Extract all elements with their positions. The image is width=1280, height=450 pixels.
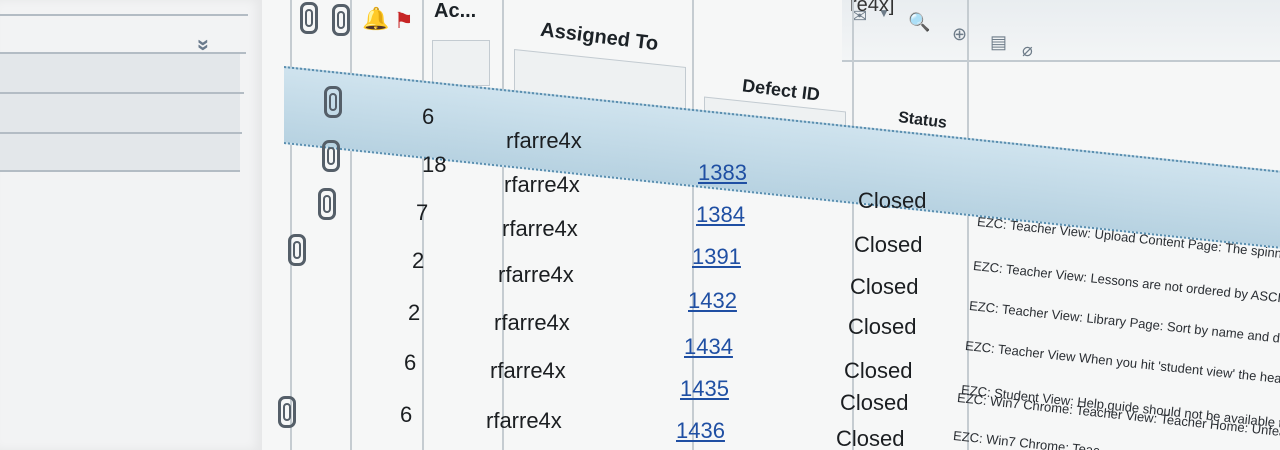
cell-assigned-to: rfarre4x [506, 128, 582, 153]
cell-summary: EZC: Teacher View: Lessons are not order… [972, 258, 1280, 306]
nav-divider [0, 132, 242, 134]
toolbar: ✉ ▼ 🔍 ⊕ ▤ ⌀ [842, 0, 1280, 62]
cell-defect-id-link[interactable]: 1435 [680, 376, 729, 402]
cell-defect-id-link[interactable]: 1432 [688, 288, 737, 314]
nav-divider [0, 170, 240, 172]
cell-defect-id-link[interactable]: 1384 [696, 202, 745, 228]
zoom-icon[interactable]: ⊕ [952, 24, 967, 45]
nav-divider [0, 92, 244, 94]
cell-status: Closed [844, 358, 913, 383]
cell-actual: 6 [422, 104, 435, 129]
navigation-pane: » [0, 0, 264, 450]
attachment-icon[interactable] [278, 396, 296, 428]
cell-defect-id-link[interactable]: 1434 [684, 334, 733, 360]
app-window: » ✉ ▼ 🔍 ⊕ ▤ ⌀ re4x] 🔔 ⚑ Ac... Assigned T… [0, 0, 1280, 450]
attachment-icon[interactable] [288, 234, 306, 266]
attachment-column-icon[interactable] [332, 4, 350, 36]
cell-status: Closed [848, 314, 917, 339]
column-header-assigned-to[interactable]: Assigned To [539, 19, 659, 56]
cell-status: Closed [850, 274, 919, 299]
column-header-status[interactable]: Status [897, 109, 948, 133]
cell-assigned-to: rfarre4x [486, 408, 562, 433]
cell-defect-id-link[interactable]: 1391 [692, 244, 741, 270]
cell-defect-id-link[interactable]: 1383 [698, 160, 747, 186]
defects-grid: ✉ ▼ 🔍 ⊕ ▤ ⌀ re4x] 🔔 ⚑ Ac... Assigned To … [262, 0, 1280, 450]
cell-actual: 6 [400, 402, 413, 427]
cell-assigned-to: rfarre4x [502, 216, 578, 241]
cell-assigned-to: rfarre4x [494, 310, 570, 335]
attachment-icon[interactable]: ⌀ [1022, 40, 1033, 61]
attachment-icon[interactable] [318, 188, 336, 220]
cell-assigned-to: rfarre4x [498, 262, 574, 287]
alert-bell-icon[interactable]: 🔔 [362, 6, 389, 32]
filter-actual[interactable] [432, 40, 490, 86]
cell-status: Closed [854, 232, 923, 257]
cell-summary: EZC: Win7 Chrome: Teac [952, 428, 1101, 450]
column-separator [350, 0, 352, 450]
window-title-fragment: re4x] [850, 0, 895, 16]
cell-actual: 2 [412, 248, 425, 273]
nav-divider [0, 14, 248, 16]
attachment-icon[interactable] [324, 86, 342, 118]
search-icon[interactable]: 🔍 [908, 12, 930, 33]
cell-assigned-to: rfarre4x [490, 358, 566, 383]
flag-icon[interactable]: ⚑ [394, 8, 414, 34]
nav-section[interactable] [0, 52, 240, 170]
cell-summary: EZC: Teacher View When you hit 'student … [964, 338, 1280, 390]
export-icon[interactable]: ▤ [990, 32, 1007, 53]
cell-defect-id-link[interactable]: 1436 [676, 418, 725, 444]
attachment-icon[interactable] [322, 140, 340, 172]
cell-actual: 6 [404, 350, 417, 375]
cell-status: Closed [840, 390, 909, 415]
cell-assigned-to: rfarre4x [504, 172, 580, 197]
cell-actual: 18 [422, 152, 447, 177]
cell-summary: EZC: Teacher View: Library Page: Sort by… [968, 298, 1280, 350]
double-chevron-icon[interactable]: » [192, 39, 217, 51]
cell-status: Closed [836, 426, 905, 450]
attachment-column-icon[interactable] [300, 2, 318, 34]
nav-divider [0, 52, 246, 54]
column-header-actual[interactable]: Ac... [434, 0, 476, 23]
cell-actual: 2 [408, 300, 421, 325]
cell-actual: 7 [416, 200, 429, 225]
cell-status: Closed [858, 188, 927, 213]
